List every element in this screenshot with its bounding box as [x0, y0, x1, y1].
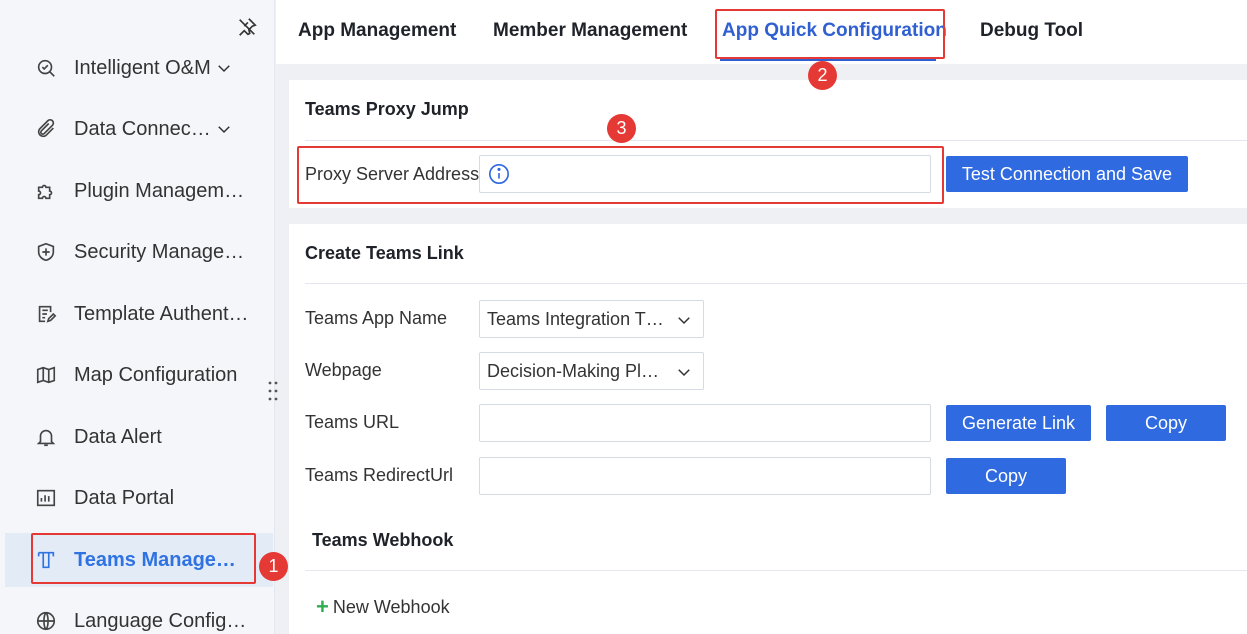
annotation-badge-2: 2	[808, 61, 837, 90]
drag-handle-icon[interactable]	[267, 380, 279, 402]
chevron-down-icon	[217, 65, 230, 73]
sidebar-item-label: Map Configuration	[74, 363, 238, 386]
sidebar-item-label: Data Alert	[74, 425, 162, 448]
sidebar-item-template-authentication[interactable]: Template Authent…	[5, 287, 273, 341]
globe-icon	[36, 611, 56, 631]
copy-redirect-url-button[interactable]: Copy	[946, 458, 1066, 494]
teams-app-name-value: Teams Integration T…	[487, 308, 664, 329]
sidebar-item-security-management[interactable]: Security Manage…	[5, 225, 273, 279]
sidebar-item-label: Data Connec…	[74, 117, 211, 140]
new-webhook-button[interactable]: + New Webhook	[316, 594, 450, 620]
generate-link-button[interactable]: Generate Link	[946, 405, 1091, 441]
pin-icon[interactable]	[236, 16, 258, 38]
chevron-down-icon	[678, 317, 690, 325]
divider	[305, 283, 1247, 284]
teams-redirect-url-label: Teams RedirectUrl	[305, 465, 454, 485]
sidebar-item-label: Language Config…	[74, 609, 247, 632]
sidebar-item-data-connection[interactable]: Data Connec…	[5, 102, 273, 156]
annotation-badge-3: 3	[607, 114, 636, 143]
sidebar-item-label: Plugin Managem…	[74, 179, 245, 202]
copy-url-button[interactable]: Copy	[1106, 405, 1226, 441]
sidebar-item-data-portal[interactable]: Data Portal	[5, 471, 273, 525]
portal-icon	[36, 489, 56, 507]
webpage-value: Decision-Making Pl…	[487, 360, 660, 381]
webpage-select[interactable]: Decision-Making Pl…	[479, 352, 704, 390]
sidebar-item-label: Intelligent O&M	[74, 56, 211, 79]
tab-app-management[interactable]: App Management	[298, 20, 456, 42]
om-icon	[37, 59, 55, 77]
annotation-badge-1: 1	[259, 552, 288, 581]
document-edit-icon	[38, 305, 57, 323]
sidebar-item-map-configuration[interactable]: Map Configuration	[5, 348, 273, 402]
chevron-down-icon	[678, 369, 690, 377]
section-title-proxy: Teams Proxy Jump	[305, 99, 469, 119]
test-connection-save-button[interactable]: Test Connection and Save	[946, 156, 1188, 192]
highlight-box-teams-management	[31, 533, 256, 584]
sidebar-item-data-alert[interactable]: Data Alert	[5, 410, 273, 464]
plus-icon: +	[316, 594, 329, 619]
teams-app-name-select[interactable]: Teams Integration T…	[479, 300, 704, 338]
chevron-down-icon	[217, 126, 230, 134]
sidebar-item-intelligent-om[interactable]: Intelligent O&M	[5, 41, 273, 95]
divider	[305, 140, 1247, 141]
tab-debug-tool[interactable]: Debug Tool	[980, 20, 1083, 42]
teams-url-input[interactable]	[479, 404, 931, 442]
section-title-webhook: Teams Webhook	[312, 530, 454, 550]
shield-icon	[37, 242, 55, 262]
map-icon	[36, 366, 56, 384]
puzzle-icon	[37, 184, 53, 200]
teams-link-panel: Create Teams Link Teams App Name Teams I…	[289, 224, 1247, 634]
tab-member-management[interactable]: Member Management	[493, 20, 687, 42]
sidebar-item-language-configuration[interactable]: Language Config…	[5, 594, 273, 634]
teams-app-name-label: Teams App Name	[305, 308, 448, 328]
sidebar-item-label: Data Portal	[74, 486, 175, 509]
teams-redirect-url-input[interactable]	[479, 457, 931, 495]
highlight-box-proxy-server	[297, 146, 944, 204]
highlight-box-app-quick-config-tab	[715, 9, 945, 59]
bell-icon	[36, 429, 56, 447]
sidebar-item-label: Security Manage…	[74, 240, 245, 263]
teams-url-label: Teams URL	[305, 412, 400, 432]
webpage-label: Webpage	[305, 360, 382, 380]
divider	[305, 570, 1247, 571]
paperclip-icon	[37, 119, 55, 138]
section-title-create-link: Create Teams Link	[305, 243, 464, 263]
sidebar-item-plugin-management[interactable]: Plugin Managem…	[5, 164, 273, 218]
sidebar-item-label: Template Authent…	[74, 302, 249, 325]
new-webhook-label: New Webhook	[332, 596, 450, 617]
